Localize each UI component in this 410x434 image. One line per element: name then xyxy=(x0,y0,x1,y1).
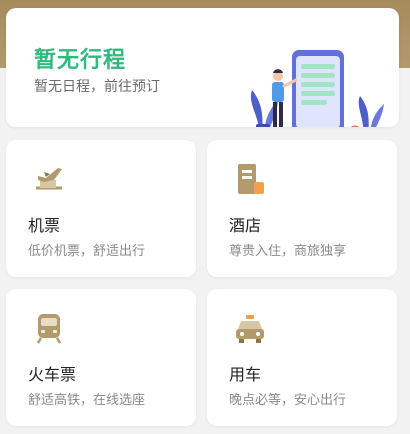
flight-service-title: 机票 xyxy=(28,216,61,235)
taxi-icon xyxy=(236,315,264,343)
car-service-desc: 晚点必等，安心出行 xyxy=(229,393,347,408)
phone-person-illustration xyxy=(251,50,384,127)
hotel-service-card[interactable]: 酒店 尊贵入住，商旅独享 xyxy=(207,140,397,277)
train-service-title: 火车票 xyxy=(28,365,77,384)
train-icon xyxy=(36,314,62,344)
airplane-icon xyxy=(36,168,62,190)
train-service-desc: 舒适高铁，在线选座 xyxy=(28,393,146,408)
hotel-building-icon xyxy=(238,164,264,194)
flight-service-desc: 低价机票，舒适出行 xyxy=(28,244,146,259)
hotel-service-title: 酒店 xyxy=(229,216,262,235)
empty-itinerary-subtitle: 暂无日程，前往预订 xyxy=(34,79,160,95)
flight-service-card[interactable]: 机票 低价机票，舒适出行 xyxy=(6,140,196,277)
hotel-service-desc: 尊贵入住，商旅独享 xyxy=(229,244,347,259)
empty-itinerary-title: 暂无行程 xyxy=(34,48,127,73)
car-service-card[interactable]: 用车 晚点必等，安心出行 xyxy=(207,289,397,426)
empty-itinerary-card[interactable]: 暂无行程 暂无日程，前往预订 xyxy=(6,8,399,127)
train-service-card[interactable]: 火车票 舒适高铁，在线选座 xyxy=(6,289,196,426)
car-service-title: 用车 xyxy=(229,365,262,384)
